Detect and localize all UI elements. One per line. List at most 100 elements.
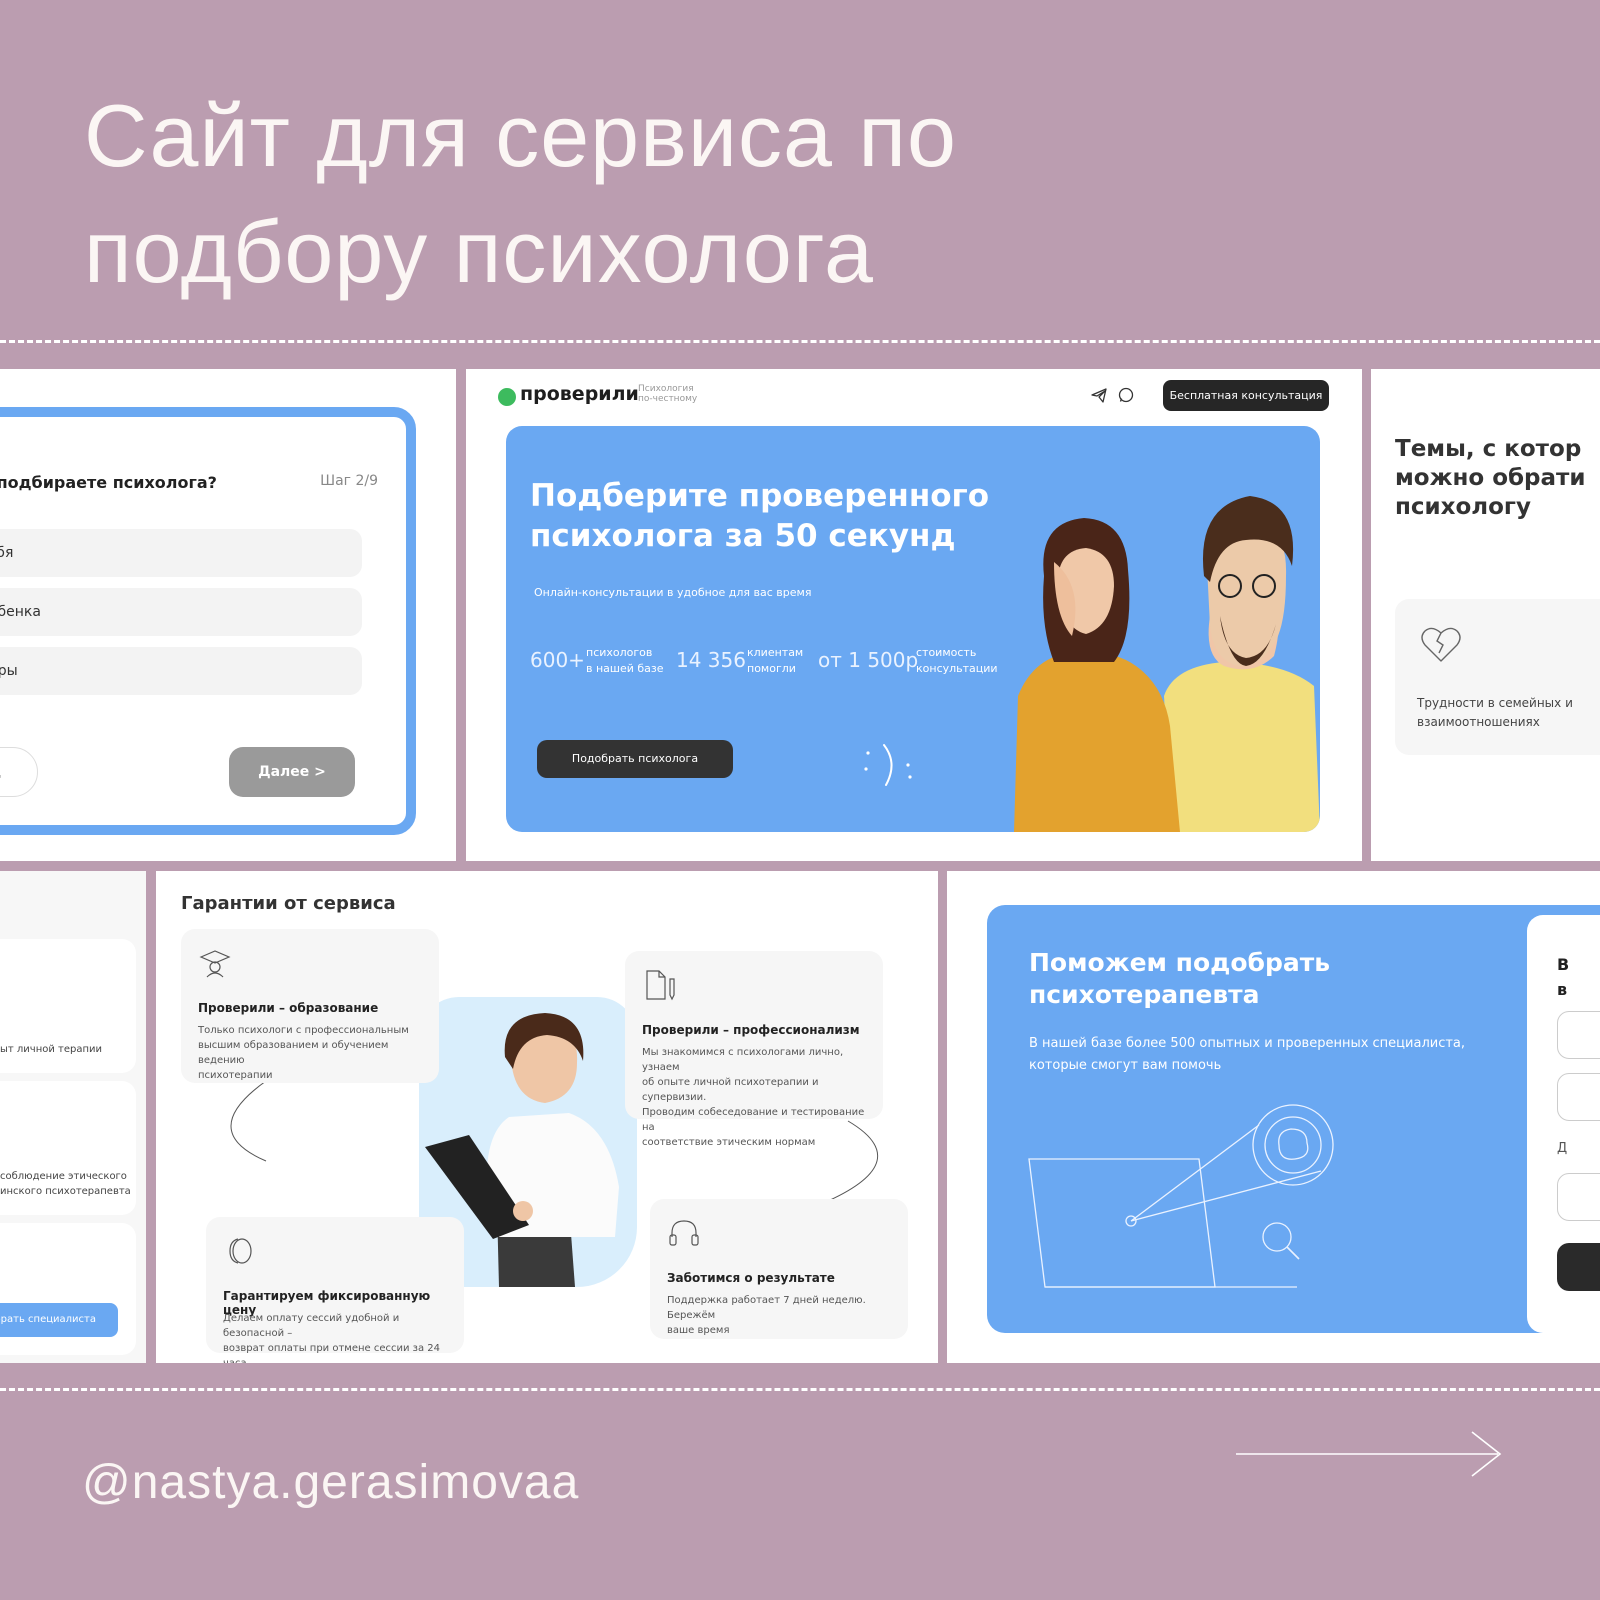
hero-headline: Подберите проверенного психолога за 50 с…: [530, 476, 1000, 556]
guarantee-text-line: психотерапии: [198, 1070, 273, 1081]
form-title-line: В: [1557, 955, 1570, 974]
guarantee-text-line: об опыте личной психотерапии и супервизи…: [642, 1077, 819, 1103]
form-input[interactable]: [1557, 1011, 1600, 1059]
partial-card-text-line: инского психотерапевта: [0, 1186, 131, 1197]
author-handle: @nastya.gerasimovaa: [82, 1456, 580, 1509]
partial-card-text: ыт личной терапии: [0, 1044, 103, 1055]
therapist-text: В нашей базе более 500 опытных и провере…: [1029, 1033, 1489, 1077]
partial-card-text: соблюдение этического инского психотерап…: [0, 1169, 131, 1199]
guarantees-panel: Гарантии от сервиса Проверили – образова…: [156, 871, 938, 1363]
form-input[interactable]: [1557, 1073, 1600, 1121]
tagline-line-2: по-честному: [638, 394, 698, 404]
free-consultation-button[interactable]: Бесплатная консультация: [1163, 380, 1329, 411]
bottom-divider: [0, 1388, 1600, 1391]
hero-panel: проверили Психология по-честному Бесплат…: [466, 369, 1362, 861]
guarantee-text-line: Только психологи с профессиональным: [198, 1025, 409, 1036]
guarantee-text-line: соответствие этическим нормам: [642, 1137, 816, 1148]
therapist-banner: Поможем подобрать психотерапевта В нашей…: [987, 905, 1600, 1333]
guarantee-card: Проверили – образование Только психологи…: [181, 929, 439, 1083]
graduation-cap-icon: [199, 950, 231, 978]
guarantee-heading: Заботимся о результате: [667, 1271, 835, 1285]
guarantees-title: Гарантии от сервиса: [181, 893, 396, 914]
tagline-line-1: Психология: [638, 384, 694, 394]
stat-label-line: помогли: [747, 662, 796, 675]
document-pen-icon: [646, 970, 675, 1001]
therapist-headline-line: Поможем подобрать: [1029, 948, 1331, 977]
guarantee-text: Делаем оплату сессий удобной и безопасно…: [223, 1311, 459, 1363]
topics-heading-line: Темы, с котор: [1395, 436, 1582, 462]
guarantee-card: Проверили – профессионализм Мы знакомимс…: [625, 951, 883, 1148]
page-title-line-1: Сайт для сервиса по: [84, 86, 957, 185]
form-label: Д: [1557, 1141, 1568, 1156]
choose-specialist-button[interactable]: обрать специалиста: [0, 1303, 118, 1337]
therapist-text-line: В нашей базе более 500 опытных и провере…: [1029, 1036, 1466, 1051]
guarantee-text-line: Поддержка работает 7 дней неделю. Бережё…: [667, 1295, 866, 1321]
hero-subtitle: Онлайн-консультации в удобное для вас вр…: [534, 586, 812, 599]
form-submit-button[interactable]: [1557, 1243, 1600, 1291]
quiz-card: о подбираете психолога? Шаг 2/9 себя реб…: [0, 407, 416, 835]
coin-icon: [229, 1238, 252, 1264]
quiz-question: о подбираете психолога?: [0, 473, 217, 492]
guarantee-card: Заботимся о результате Поддержка работае…: [650, 1199, 908, 1339]
next-button[interactable]: Далее >: [229, 747, 355, 797]
stat-label: стоимость консультации: [916, 645, 998, 677]
partial-card-text-line: соблюдение этического: [0, 1171, 127, 1182]
stat-label-line: стоимость: [916, 646, 977, 659]
guarantee-text-line: ваше время: [667, 1325, 730, 1336]
stat-value: 600+: [530, 648, 585, 672]
arrow-right-icon[interactable]: [1236, 1430, 1506, 1480]
topic-card[interactable]: Трудности в семейных и взаимоотношениях: [1395, 599, 1600, 755]
guarantee-text-line: высшим образованием и обучением ведению: [198, 1040, 389, 1066]
stat-label-line: психологов: [586, 646, 653, 659]
page-title-line-2: подбору психолога: [84, 202, 874, 301]
top-divider: [0, 340, 1600, 343]
partial-panel: ыт личной терапии соблюдение этического …: [0, 871, 146, 1363]
request-form: В в Д: [1527, 915, 1600, 1333]
quiz-option[interactable]: себя: [0, 529, 362, 577]
headset-icon: [669, 1220, 699, 1246]
guarantee-text-line: Проводим собеседование и тестирование на: [642, 1107, 865, 1133]
guarantee-text: Мы знакомимся с психологами лично, узнае…: [642, 1045, 878, 1150]
topic-card-text: Трудности в семейных и взаимоотношениях: [1417, 694, 1600, 732]
form-input[interactable]: [1557, 1173, 1600, 1221]
logo[interactable]: проверили: [520, 383, 639, 405]
quiz-option[interactable]: пары: [0, 647, 362, 695]
stat-label-line: в нашей базе: [586, 662, 664, 675]
telegram-icon[interactable]: [1091, 388, 1107, 403]
topics-heading-line: можно обрати: [1395, 465, 1586, 491]
form-title: В в: [1557, 955, 1569, 999]
quiz-panel: о подбираете психолога? Шаг 2/9 себя реб…: [0, 369, 456, 861]
topics-panel: Темы, с котор можно обрати психологу Тру…: [1371, 369, 1600, 861]
topic-card-text-line: взаимоотношениях: [1417, 715, 1540, 729]
quiz-option[interactable]: ребенка: [0, 588, 362, 636]
guarantee-heading: Проверили – образование: [198, 1001, 379, 1015]
guarantee-text-line: Мы знакомимся с психологами лично, узнае…: [642, 1047, 844, 1073]
topic-card-text-line: Трудности в семейных и: [1417, 696, 1573, 710]
guarantee-text: Поддержка работает 7 дней неделю. Бережё…: [667, 1293, 903, 1338]
partial-card: соблюдение этического инского психотерап…: [0, 1081, 136, 1215]
guarantee-text-line: Делаем оплату сессий удобной и безопасно…: [223, 1313, 400, 1339]
therapist-headline-line: психотерапевта: [1029, 980, 1260, 1009]
guarantee-text-line: возврат оплаты при отмене сессии за 24 ч…: [223, 1343, 441, 1363]
messenger-icons: [1091, 387, 1134, 403]
stat-label: психологов в нашей базе: [586, 645, 664, 677]
stat-label: клиентам помогли: [747, 645, 803, 677]
stat-value: от 1 500р: [818, 648, 919, 672]
stat-value: 14 356: [676, 648, 746, 672]
stat-label-line: клиентам: [747, 646, 804, 659]
therapist-text-line: которые смогут вам помочь: [1029, 1058, 1222, 1073]
quiz-step: Шаг 2/9: [320, 473, 378, 489]
couple-photo: [1014, 496, 1320, 832]
back-button[interactable]: зад: [0, 747, 38, 797]
therapist-panel: Поможем подобрать психотерапевта В нашей…: [947, 871, 1600, 1363]
guarantee-card: Гарантируем фиксированную цену Делаем оп…: [206, 1217, 464, 1363]
laptop-brain-illustration: [1028, 1104, 1334, 1288]
pick-psychologist-button[interactable]: Подобрать психолога: [537, 740, 733, 778]
hero-headline-line-2: психолога за 50 секунд: [530, 518, 956, 554]
hero-banner: Подберите проверенного психолога за 50 с…: [506, 426, 1320, 832]
smile-doodle-icon: [864, 744, 912, 786]
logo-icon: [498, 388, 516, 406]
guarantee-text: Только психологи с профессиональным высш…: [198, 1023, 428, 1083]
whatsapp-icon[interactable]: [1118, 387, 1134, 403]
stat-label-line: консультации: [916, 662, 998, 675]
